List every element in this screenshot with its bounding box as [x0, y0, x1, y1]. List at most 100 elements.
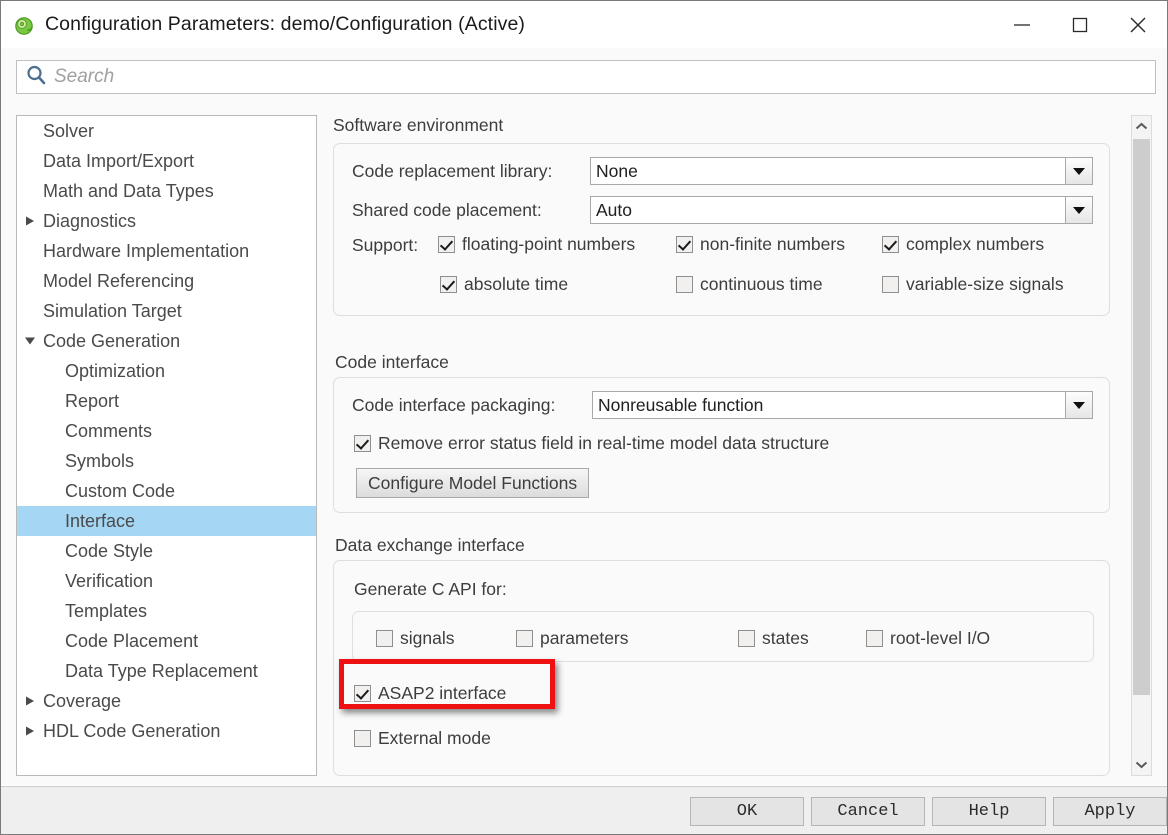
tree-item-code-style[interactable]: Code Style — [17, 536, 316, 566]
simulink-gear-icon — [13, 14, 35, 36]
code-interface-packaging-value: Nonreusable function — [593, 392, 1065, 418]
tree-item-diagnostics[interactable]: Diagnostics — [17, 206, 316, 236]
dialog-footer: OK Cancel Help Apply — [1, 786, 1167, 834]
tree-item-templates[interactable]: Templates — [17, 596, 316, 626]
c-api-checkbox-parameters[interactable]: parameters — [516, 628, 629, 649]
tree-item-model-referencing[interactable]: Model Referencing — [17, 266, 316, 296]
checkbox-label: External mode — [378, 728, 491, 749]
tree-item-simulation-target[interactable]: Simulation Target — [17, 296, 316, 326]
tree-item-custom-code[interactable]: Custom Code — [17, 476, 316, 506]
tree-item-label: Report — [65, 391, 119, 412]
checkbox-box — [376, 630, 393, 647]
shared-code-placement-value: Auto — [591, 197, 1065, 223]
checkbox-box — [438, 236, 455, 253]
checkbox-label: root-level I/O — [890, 628, 990, 649]
tree-item-label: Math and Data Types — [43, 181, 214, 202]
tree-item-label: Optimization — [65, 361, 165, 382]
checkbox-label: non-finite numbers — [700, 234, 845, 255]
chevron-down-icon[interactable] — [17, 336, 43, 346]
tree-item-label: Coverage — [43, 691, 121, 712]
c-api-checkbox-states[interactable]: states — [738, 628, 809, 649]
code-interface-packaging-label: Code interface packaging: — [352, 395, 555, 416]
tree-item-label: Interface — [65, 511, 135, 532]
dialog-body: SolverData Import/Export Math and Data Ty… — [1, 105, 1167, 785]
checkbox-box — [676, 276, 693, 293]
tree-item-label: HDL Code Generation — [43, 721, 220, 742]
tree-item-data-import-export[interactable]: Data Import/Export — [17, 146, 316, 176]
code-interface-packaging-combo[interactable]: Nonreusable function — [592, 391, 1093, 419]
support-checkbox-complex-numbers[interactable]: complex numbers — [882, 234, 1044, 255]
tree-item-label: Diagnostics — [43, 211, 136, 232]
asap2-interface-checkbox[interactable]: ASAP2 interface — [354, 683, 506, 704]
code-replacement-library-value: None — [591, 158, 1065, 184]
chevron-right-icon[interactable] — [17, 695, 43, 707]
code-replacement-library-combo[interactable]: None — [590, 157, 1093, 185]
configure-model-functions-button[interactable]: Configure Model Functions — [356, 468, 589, 498]
data-exchange-heading: Data exchange interface — [335, 535, 525, 556]
tree-item-hdl-code-generation[interactable]: HDL Code Generation — [17, 716, 316, 746]
tree-item-optimization[interactable]: Optimization — [17, 356, 316, 386]
checkbox-box — [354, 685, 371, 702]
tree-item-comments[interactable]: Comments — [17, 416, 316, 446]
tree-item-report[interactable]: Report — [17, 386, 316, 416]
remove-error-status-checkbox[interactable]: Remove error status field in real-time m… — [354, 433, 829, 454]
support-checkbox-non-finite-numbers[interactable]: non-finite numbers — [676, 234, 845, 255]
close-button[interactable] — [1109, 1, 1167, 48]
tree-item-label: Custom Code — [65, 481, 175, 502]
external-mode-checkbox[interactable]: External mode — [354, 728, 491, 749]
cancel-button[interactable]: Cancel — [811, 797, 925, 826]
button-label: Configure Model Functions — [368, 473, 577, 494]
tree-item-label: Symbols — [65, 451, 134, 472]
tree-item-interface[interactable]: Interface — [17, 506, 316, 536]
support-checkbox-continuous-time[interactable]: continuous time — [676, 274, 823, 295]
software-environment-group: Code replacement library: None Shared co… — [333, 143, 1110, 316]
settings-tree[interactable]: SolverData Import/Export Math and Data Ty… — [16, 115, 317, 776]
tree-item-label: Verification — [65, 571, 153, 592]
support-checkbox-floating-point-numbers[interactable]: floating-point numbers — [438, 234, 635, 255]
data-exchange-group: Generate C API for: signals parameters s… — [333, 560, 1110, 776]
tree-item-verification[interactable]: Verification — [17, 566, 316, 596]
tree-item-symbols[interactable]: Symbols — [17, 446, 316, 476]
search-box[interactable] — [16, 60, 1156, 94]
chevron-down-icon[interactable] — [1065, 197, 1092, 223]
vertical-scrollbar[interactable] — [1131, 115, 1152, 776]
tree-item-label: Comments — [65, 421, 152, 442]
support-checkbox-absolute-time[interactable]: absolute time — [440, 274, 568, 295]
apply-button[interactable]: Apply — [1053, 797, 1167, 826]
c-api-subgroup: signals parameters states root-level I/O — [352, 611, 1094, 662]
checkbox-label: continuous time — [700, 274, 823, 295]
checkbox-label: variable-size signals — [906, 274, 1064, 295]
generate-c-api-label: Generate C API for: — [354, 579, 507, 600]
tree-item-coverage[interactable]: Coverage — [17, 686, 316, 716]
checkbox-box — [882, 276, 899, 293]
c-api-checkbox-signals[interactable]: signals — [376, 628, 454, 649]
checkbox-label: ASAP2 interface — [378, 683, 506, 704]
help-button[interactable]: Help — [932, 797, 1046, 826]
checkbox-label: absolute time — [464, 274, 568, 295]
tree-item-hardware-implementation[interactable]: Hardware Implementation — [17, 236, 316, 266]
chevron-down-icon[interactable] — [1065, 158, 1092, 184]
c-api-checkbox-root-level-io[interactable]: root-level I/O — [866, 628, 990, 649]
tree-item-code-generation[interactable]: Code Generation — [17, 326, 316, 356]
chevron-down-icon[interactable] — [1065, 392, 1092, 418]
checkbox-box — [676, 236, 693, 253]
support-checkbox-variable-size-signals[interactable]: variable-size signals — [882, 274, 1064, 295]
tree-item-solver[interactable]: Solver — [17, 116, 316, 146]
maximize-button[interactable] — [1051, 1, 1109, 48]
scroll-up-arrow-icon[interactable] — [1132, 116, 1151, 137]
tree-item-data-type-replacement[interactable]: Data Type Replacement — [17, 656, 316, 686]
checkbox-label: parameters — [540, 628, 629, 649]
checkbox-label: states — [762, 628, 809, 649]
shared-code-placement-combo[interactable]: Auto — [590, 196, 1093, 224]
scroll-down-arrow-icon[interactable] — [1132, 754, 1151, 775]
tree-item-code-placement[interactable]: Code Placement — [17, 626, 316, 656]
chevron-right-icon[interactable] — [17, 725, 43, 737]
scrollbar-thumb[interactable] — [1133, 139, 1150, 695]
tree-item-label: Simulation Target — [43, 301, 182, 322]
search-input[interactable] — [54, 66, 1114, 88]
chevron-right-icon[interactable] — [17, 215, 43, 227]
ok-button[interactable]: OK — [690, 797, 804, 826]
button-label: Apply — [1084, 802, 1135, 821]
minimize-button[interactable] — [993, 1, 1051, 48]
tree-item-math-and-data-types[interactable]: Math and Data Types — [17, 176, 316, 206]
